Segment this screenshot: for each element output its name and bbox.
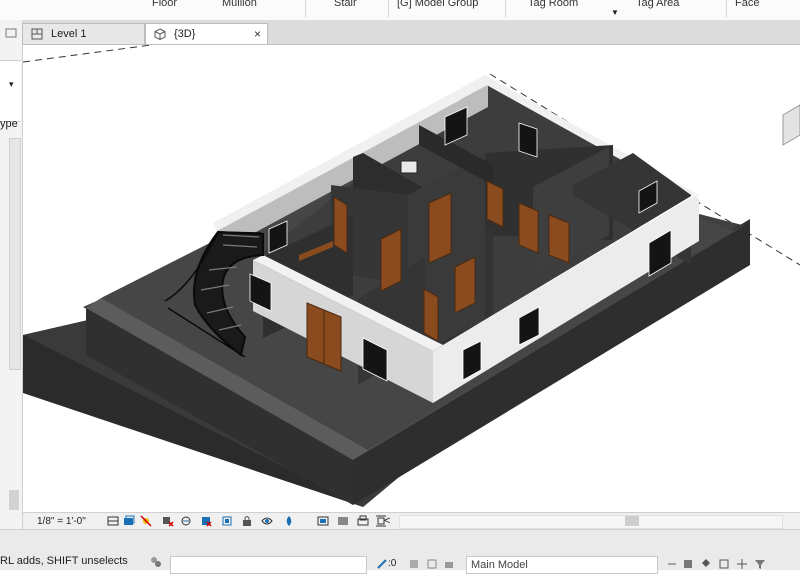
horizontal-scroll-thumb[interactable] [625,516,639,526]
view-scale[interactable]: 1/8" = 1'-0" [37,516,86,527]
3d-view-icon [154,28,166,40]
floor-plan-icon [31,28,43,40]
ribbon-face-button[interactable]: Face [735,0,759,11]
drag-elements-icon[interactable] [736,558,748,570]
view-tab-bar: Level 1 {3D} × [22,20,800,45]
ribbon: Floor Mullion Stair [G] Model Group Tag … [0,0,800,21]
design-options-icon[interactable] [408,558,420,570]
workset-dropdown[interactable] [170,556,367,574]
building-model[interactable] [23,45,800,512]
analytical-model-icon[interactable] [337,515,349,527]
selection-count: :0 [388,558,397,569]
door [333,196,348,254]
tab-level-1[interactable]: Level 1 [22,23,145,44]
ribbon-divider [388,0,389,18]
door [518,202,539,254]
select-links-icon[interactable] [666,558,678,570]
ribbon-mullion-button[interactable]: Mullion [222,0,257,11]
lock-view-icon[interactable] [241,515,253,527]
scroll-left-icon[interactable]: < [384,515,390,527]
door [428,192,452,264]
type-selector[interactable]: ▾ [0,60,21,122]
temporary-hide-icon[interactable] [261,515,273,527]
ribbon-floor-button[interactable]: Floor [152,0,177,11]
visual-style-icon[interactable] [123,515,135,527]
close-icon[interactable]: × [254,24,261,44]
crop-view-icon[interactable] [200,515,212,527]
ribbon-divider [505,0,506,18]
select-pinned-icon[interactable] [700,558,712,570]
properties-scrollbar[interactable] [9,138,21,370]
status-hint-text: RL adds, SHIFT unselects [0,555,128,567]
tab-label: Level 1 [51,28,87,40]
main-model-value: Main Model [471,559,528,571]
select-underlay-icon[interactable] [682,558,694,570]
properties-header-icon [0,24,22,42]
sun-path-icon[interactable] [140,515,152,527]
shadows-icon[interactable] [162,515,174,527]
tab-3d[interactable]: {3D} × [145,23,268,44]
ribbon-tag-area-button[interactable]: Tag Area [636,0,679,11]
exclude-options-icon[interactable] [443,558,455,570]
ribbon-dropdown-icon[interactable]: ▼ [611,8,619,17]
fixture [400,160,418,174]
select-by-face-icon[interactable] [718,558,730,570]
door [380,228,402,292]
edit-type-label[interactable]: ype [0,118,18,130]
design-option-icon[interactable] [426,558,438,570]
ribbon-tag-room-button[interactable]: Tag Room [528,0,578,11]
door [548,214,570,264]
reveal-hidden-icon[interactable] [283,515,295,527]
door [423,288,439,342]
properties-panel: ▾ ype [0,20,23,529]
highlight-displacement-icon[interactable] [357,515,369,527]
detail-level-icon[interactable] [107,515,119,527]
window [518,122,538,158]
crop-region-icon[interactable] [221,515,233,527]
properties-scroll-thumb[interactable] [9,490,19,510]
door [454,256,476,314]
ribbon-stair-button[interactable]: Stair [334,0,357,11]
ribbon-divider [726,0,727,18]
door [486,180,504,228]
workset-icon[interactable] [150,556,162,568]
3d-viewport[interactable] [23,45,800,512]
ribbon-divider [305,0,306,18]
status-bar: RL adds, SHIFT unselects :0 Main Model [0,529,800,574]
view-control-bar: 1/8" = 1'-0" < [23,512,800,530]
view-cube-icon [782,104,800,146]
rendering-icon[interactable] [180,515,192,527]
chevron-down-icon[interactable]: ▾ [9,79,14,90]
design-option-dropdown[interactable]: Main Model [466,556,658,574]
temporary-view-properties-icon[interactable] [317,515,329,527]
ribbon-model-group-button[interactable]: [G] Model Group [397,0,478,11]
tab-label: {3D} [174,28,196,40]
horizontal-scrollbar[interactable] [399,515,783,529]
scope-box-line [23,45,152,63]
filter-icon[interactable] [754,558,766,570]
editable-only-icon[interactable] [376,558,388,570]
